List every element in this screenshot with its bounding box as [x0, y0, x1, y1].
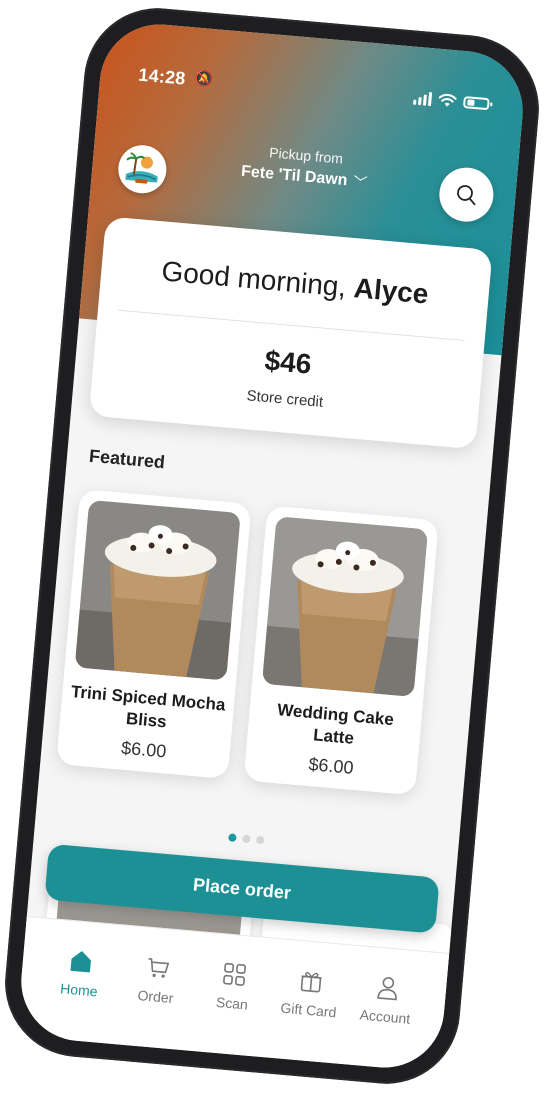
tab-label: Scan — [215, 993, 249, 1013]
product-photo — [74, 499, 241, 681]
product-price: $6.00 — [307, 754, 355, 778]
tab-home[interactable]: Home — [43, 945, 115, 1043]
carousel-dot-active[interactable] — [228, 833, 237, 842]
tab-label: Home — [59, 980, 99, 1000]
app-screen: 14:28 🔕 Pickup from Fete 'Til Dawn ﹀ Goo… — [16, 19, 528, 1073]
product-name: Trini Spiced Mocha Bliss — [70, 682, 227, 732]
greeting-text: Good morning, Alyce — [100, 250, 489, 316]
cellular-signal-icon — [413, 91, 433, 107]
iced-latte-image — [261, 516, 429, 697]
carousel-dot[interactable] — [255, 835, 265, 845]
silent-bell-icon: 🔕 — [193, 69, 214, 89]
greeting-name: Alyce — [352, 272, 430, 310]
battery-icon — [462, 96, 490, 111]
wifi-icon — [438, 93, 457, 107]
phone-frame: 14:28 🔕 Pickup from Fete 'Til Dawn ﹀ Goo… — [0, 2, 544, 1090]
chevron-down-icon: ﹀ — [352, 173, 369, 191]
status-icons — [413, 91, 490, 112]
carousel-dot[interactable] — [242, 834, 251, 844]
search-icon — [457, 185, 476, 206]
tab-label: Order — [136, 987, 174, 1007]
tab-label: Account — [359, 1006, 411, 1027]
gift-card-icon — [300, 972, 322, 993]
product-card[interactable]: Wedding Cake Latte $6.00 — [243, 505, 439, 796]
product-name: Wedding Cake Latte — [276, 700, 395, 748]
iced-mocha-image — [74, 499, 241, 681]
tab-gift-card[interactable]: Gift Card — [272, 965, 344, 1063]
featured-heading: Featured — [88, 445, 166, 473]
product-photo — [261, 516, 429, 697]
qr-scan-icon — [223, 962, 246, 986]
tab-account[interactable]: Account — [349, 972, 421, 1070]
cart-icon — [148, 958, 170, 978]
status-time: 14:28 — [137, 64, 187, 89]
greeting-prefix: Good morning, — [160, 255, 348, 303]
home-icon — [70, 951, 92, 973]
product-card[interactable]: Trini Spiced Mocha Bliss $6.00 — [56, 489, 252, 780]
tab-label: Gift Card — [279, 999, 338, 1021]
featured-carousel[interactable]: Trini Spiced Mocha Bliss $6.00 Wedding C… — [56, 489, 487, 803]
store-credit-card: Good morning, Alyce $46 Store credit — [88, 216, 493, 450]
product-price: $6.00 — [120, 737, 168, 762]
tab-order[interactable]: Order — [119, 952, 191, 1050]
tab-scan[interactable]: Scan — [196, 959, 268, 1057]
account-icon — [376, 976, 397, 1001]
